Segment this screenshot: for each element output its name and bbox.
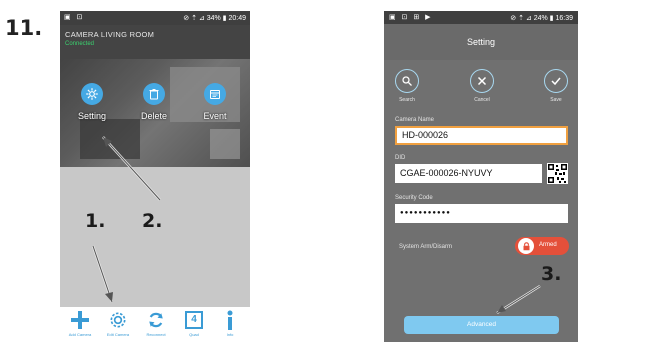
annotation-1: 1. (85, 210, 106, 232)
arrow-3-head (497, 305, 506, 313)
annotation-arrows (91, 136, 541, 315)
annotation-2: 2. (142, 210, 163, 232)
arrow-heads (103, 137, 506, 313)
arrow-2 (102, 136, 161, 201)
arrow-1-head (105, 292, 113, 302)
annotation-3: 3. (541, 263, 562, 285)
